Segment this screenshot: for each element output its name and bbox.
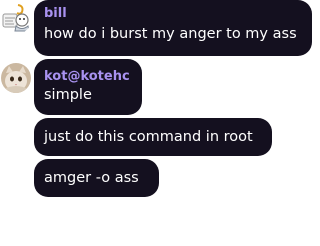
message-bubble-followup: just do this command in root (34, 118, 272, 156)
message-bubble-bill: bill how do i burst my anger to my ass (34, 0, 312, 56)
message-text: amger -o ass (44, 169, 139, 186)
cat-avatar-icon[interactable] (1, 63, 31, 93)
message-text: simple (44, 87, 92, 103)
cartoon-avatar-icon[interactable] (0, 2, 32, 34)
message-author[interactable]: kot@kotehc (44, 69, 132, 85)
message-text: just do this command in root (44, 128, 253, 145)
message-text: how do i burst my anger to my ass (44, 26, 297, 42)
message-bubble-kot: kot@kotehc simple (34, 59, 142, 115)
message-author[interactable]: bill (44, 6, 302, 22)
message-bubble-command: amger -o ass (34, 159, 159, 197)
